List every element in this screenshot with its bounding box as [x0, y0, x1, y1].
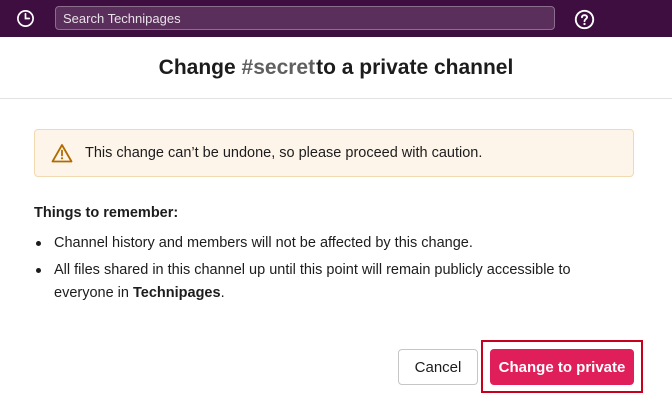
- title-prefix: Change: [158, 55, 236, 79]
- tip-period: .: [220, 285, 225, 301]
- clock-icon[interactable]: [15, 8, 36, 29]
- top-bar: Search Technipages: [0, 0, 672, 37]
- warning-banner: This change can’t be undone, so please p…: [34, 129, 634, 177]
- warning-triangle-icon: [51, 143, 73, 163]
- list-item: All files shared in this channel up unti…: [34, 259, 614, 305]
- tip-text: All files shared in this channel up unti…: [54, 262, 571, 301]
- dialog-title: Change #secret to a private channel: [0, 37, 672, 99]
- tips-list: Channel history and members will not be …: [34, 232, 614, 309]
- workspace-name: Technipages: [133, 285, 221, 301]
- question-circle-icon[interactable]: [573, 8, 595, 30]
- list-item: Channel history and members will not be …: [34, 232, 614, 255]
- title-suffix: to a private channel: [316, 55, 514, 79]
- warning-text: This change can’t be undone, so please p…: [85, 145, 483, 161]
- channel-name: #secret: [241, 55, 316, 79]
- remember-heading: Things to remember:: [34, 205, 179, 221]
- change-to-private-button[interactable]: Change to private: [490, 349, 634, 385]
- search-placeholder: Search Technipages: [63, 10, 181, 26]
- cancel-button[interactable]: Cancel: [398, 349, 478, 385]
- search-input[interactable]: Search Technipages: [55, 6, 555, 30]
- tip-text: Channel history and members will not be …: [54, 235, 473, 251]
